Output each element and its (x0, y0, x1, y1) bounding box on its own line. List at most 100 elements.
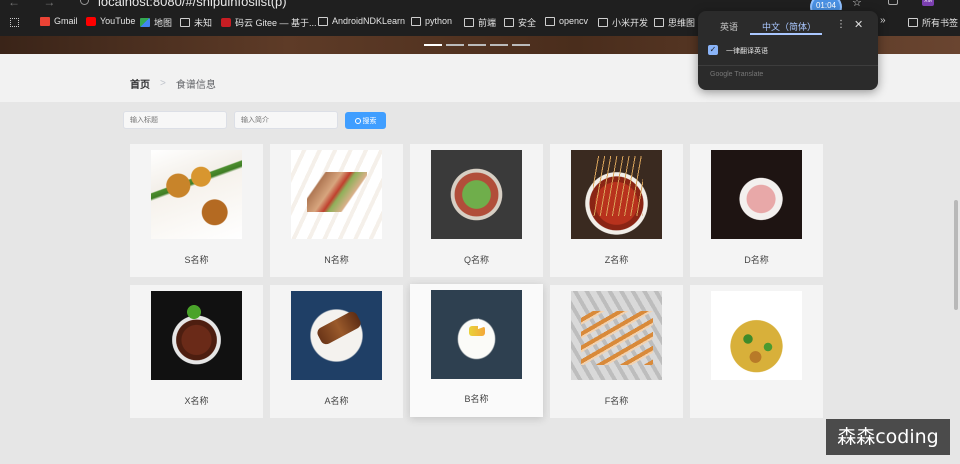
bookmark-folder-xiaomi[interactable]: 小米开发 (598, 16, 648, 29)
folder-icon (504, 18, 514, 27)
always-translate-checkbox[interactable]: ✓ (708, 45, 718, 55)
recipe-name: S名称 (184, 255, 209, 265)
bookmark-folder-opencv[interactable]: opencv (545, 16, 588, 26)
bookmark-label: 小米开发 (612, 18, 649, 28)
recipe-card[interactable]: X名称 (130, 285, 263, 418)
profile-avatar[interactable]: XM (922, 0, 934, 6)
bookmark-label: opencv (559, 16, 589, 26)
recipe-card[interactable]: D名称 (690, 144, 823, 277)
recipe-card[interactable]: S名称 (130, 144, 263, 277)
page-scrollbar[interactable] (952, 120, 960, 310)
recipe-card[interactable]: Q名称 (410, 144, 543, 277)
recipe-image (711, 150, 802, 239)
bookmark-label: 所有书签 (922, 18, 959, 28)
chevron-right-icon: > (160, 78, 166, 89)
recipe-image (711, 291, 802, 380)
bookmark-maps[interactable]: 地图 (140, 16, 172, 29)
translate-popup: 英语 中文（简体） ⋮ ✕ ✓ 一律翻译英语 Google Translate (698, 11, 878, 90)
bookmark-folder-frontend[interactable]: 前端 (464, 16, 496, 29)
bookmark-label: 码云 Gitee — 基于... (235, 18, 317, 28)
address-bar: ← → localhost:8080/#/shipuinfoslist(p) 0… (0, 0, 960, 21)
recipe-image (571, 150, 662, 239)
bookmark-label: python (425, 16, 453, 26)
recipe-image (151, 291, 242, 380)
folder-icon (180, 18, 190, 27)
translate-tab-source[interactable]: 英语 (720, 20, 738, 33)
bookmark-folder-security[interactable]: 安全 (504, 16, 536, 29)
star-bookmark-icon[interactable]: ☆ (852, 0, 862, 9)
folder-icon (318, 16, 328, 26)
recipe-name: N名称 (324, 255, 349, 265)
more-options-icon[interactable]: ⋮ (836, 19, 846, 30)
bookmark-label: 前端 (478, 18, 497, 28)
bookmark-label: Gmail (54, 16, 78, 26)
apps-grid-icon[interactable] (10, 18, 19, 27)
bookmark-label: YouTube (100, 16, 136, 26)
translate-tab-target[interactable]: 中文（简体） (762, 20, 816, 33)
carousel-indicator[interactable] (424, 44, 442, 46)
site-info-icon[interactable] (80, 0, 89, 5)
bookmark-label: 安全 (518, 18, 537, 28)
maps-icon (140, 18, 150, 27)
bookmark-folder-mindmap[interactable]: 思维图 (654, 16, 695, 29)
carousel-indicator[interactable] (468, 44, 486, 46)
url-text[interactable]: localhost:8080/#/shipuinfoslist(p) (98, 0, 287, 9)
bookmark-gitee[interactable]: 码云 Gitee — 基于... (221, 16, 317, 29)
recipe-name: X名称 (184, 396, 209, 406)
folder-icon (598, 18, 608, 27)
folder-icon (411, 16, 421, 26)
gitee-icon (221, 18, 231, 27)
navigation-arrows-icon[interactable]: ← → (8, 0, 65, 9)
carousel-indicator[interactable] (490, 44, 508, 46)
bookmark-all-bookmarks[interactable]: 所有书签 (908, 16, 958, 29)
folder-icon (654, 18, 664, 27)
title-search-input[interactable] (123, 111, 227, 129)
recipe-card[interactable]: B名称 (410, 284, 543, 417)
bookmark-folder-python[interactable]: python (411, 16, 452, 26)
recipe-name: A名称 (324, 396, 349, 406)
folder-icon (545, 16, 555, 26)
search-button-label: 搜索 (362, 117, 377, 125)
divider (698, 65, 878, 66)
search-icon (354, 117, 361, 124)
carousel-indicator[interactable] (446, 44, 464, 46)
intro-search-input[interactable] (234, 111, 338, 129)
bookmark-youtube[interactable]: YouTube (86, 16, 135, 26)
recipe-image (571, 291, 662, 380)
recipe-name: Q名称 (463, 255, 489, 265)
more-bookmarks-icon[interactable]: » (880, 15, 886, 26)
selected-tab-indicator (750, 33, 822, 35)
recipe-image (431, 150, 522, 239)
bookmark-label: 思维图 (668, 18, 696, 28)
recipe-card[interactable]: A名称 (270, 285, 403, 418)
breadcrumb: 首页 > 食谱信息 (130, 76, 216, 91)
close-icon[interactable]: ✕ (854, 18, 863, 31)
youtube-icon (86, 16, 96, 26)
recipe-card[interactable] (690, 285, 823, 418)
scrollbar-thumb[interactable] (954, 200, 958, 310)
breadcrumb-home-link[interactable]: 首页 (130, 76, 150, 91)
gmail-icon (40, 16, 50, 26)
recipe-image (151, 150, 242, 239)
extensions-icon[interactable] (888, 0, 898, 5)
always-translate-label[interactable]: 一律翻译英语 (726, 46, 768, 56)
recipe-name: B名称 (464, 394, 489, 404)
recipe-card[interactable]: N名称 (270, 144, 403, 277)
recipe-card[interactable]: Z名称 (550, 144, 683, 277)
recipe-name: D名称 (744, 255, 769, 265)
search-button[interactable]: 搜索 (345, 112, 386, 129)
bookmark-label: AndroidNDKLearn (332, 16, 406, 26)
recipe-image (291, 291, 382, 380)
recipe-name: Z名称 (604, 255, 629, 265)
bookmark-gmail[interactable]: Gmail (40, 16, 78, 26)
recipe-card[interactable]: F名称 (550, 285, 683, 418)
recipe-name: F名称 (604, 396, 629, 406)
carousel-indicator[interactable] (512, 44, 530, 46)
watermark: 森森coding (826, 419, 950, 455)
folder-icon (464, 18, 474, 27)
bookmark-folder-androidndk[interactable]: AndroidNDKLearn (318, 16, 405, 26)
bookmark-label: 地图 (154, 18, 173, 28)
bookmark-folder-unknown[interactable]: 未知 (180, 16, 212, 29)
google-translate-footer: Google Translate (710, 71, 764, 78)
breadcrumb-current: 食谱信息 (175, 80, 216, 91)
